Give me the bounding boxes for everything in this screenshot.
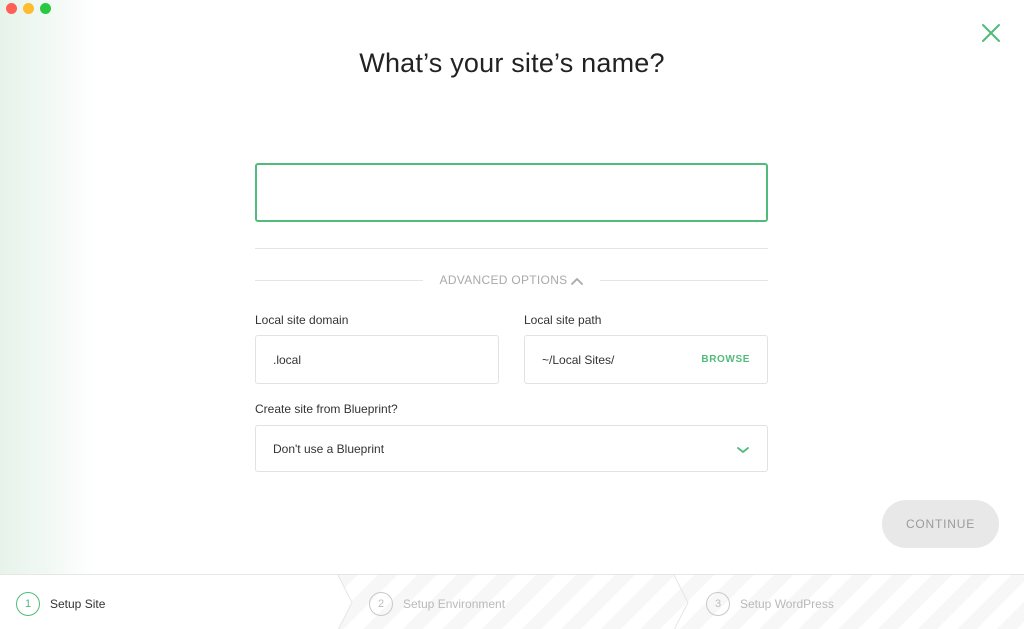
browse-button[interactable]: BROWSE (701, 354, 750, 365)
step-separator-icon (673, 575, 689, 629)
step-number: 2 (369, 592, 393, 616)
advanced-options-toggle[interactable]: ADVANCED OPTIONS (255, 273, 768, 288)
window-controls (6, 3, 51, 14)
step-number: 1 (16, 592, 40, 616)
step-progress-bar: 1 Setup Site 2 Setup Environment 3 Setup… (0, 574, 1024, 629)
divider (255, 248, 768, 249)
step-setup-wordpress[interactable]: 3 Setup WordPress (706, 591, 834, 617)
blueprint-select[interactable]: Don't use a Blueprint (255, 425, 768, 472)
window-close-button[interactable] (6, 3, 17, 14)
path-field[interactable]: ~/Local Sites/ BROWSE (524, 335, 768, 384)
new-site-window: What’s your site’s name? ADVANCED OPTION… (0, 0, 1024, 629)
step-label: Setup WordPress (740, 597, 834, 611)
close-icon[interactable] (980, 22, 1002, 44)
domain-field[interactable]: .local (255, 335, 499, 384)
step-label: Setup Site (50, 597, 106, 611)
chevron-up-icon (571, 274, 584, 288)
step-setup-environment[interactable]: 2 Setup Environment (369, 591, 505, 617)
continue-button[interactable]: CONTINUE (882, 500, 999, 548)
blueprint-selected-value: Don't use a Blueprint (273, 441, 385, 456)
advanced-options-toggle-row: ADVANCED OPTIONS (255, 270, 768, 290)
blueprint-label: Create site from Blueprint? (255, 402, 398, 416)
window-maximize-button[interactable] (40, 3, 51, 14)
step-separator-icon (334, 575, 353, 629)
window-minimize-button[interactable] (23, 3, 34, 14)
path-value: ~/Local Sites/ (542, 352, 615, 367)
domain-label: Local site domain (255, 313, 349, 327)
domain-value: .local (273, 352, 302, 367)
chevron-down-icon (736, 444, 750, 454)
step-number: 3 (706, 592, 730, 616)
site-name-input[interactable] (255, 163, 768, 222)
page-title: What’s your site’s name? (359, 48, 665, 78)
path-label: Local site path (524, 313, 602, 327)
advanced-options-label: ADVANCED OPTIONS (439, 273, 568, 287)
step-label: Setup Environment (403, 597, 506, 611)
step-setup-site[interactable]: 1 Setup Site (16, 591, 105, 617)
left-gradient-decoration (0, 0, 95, 574)
